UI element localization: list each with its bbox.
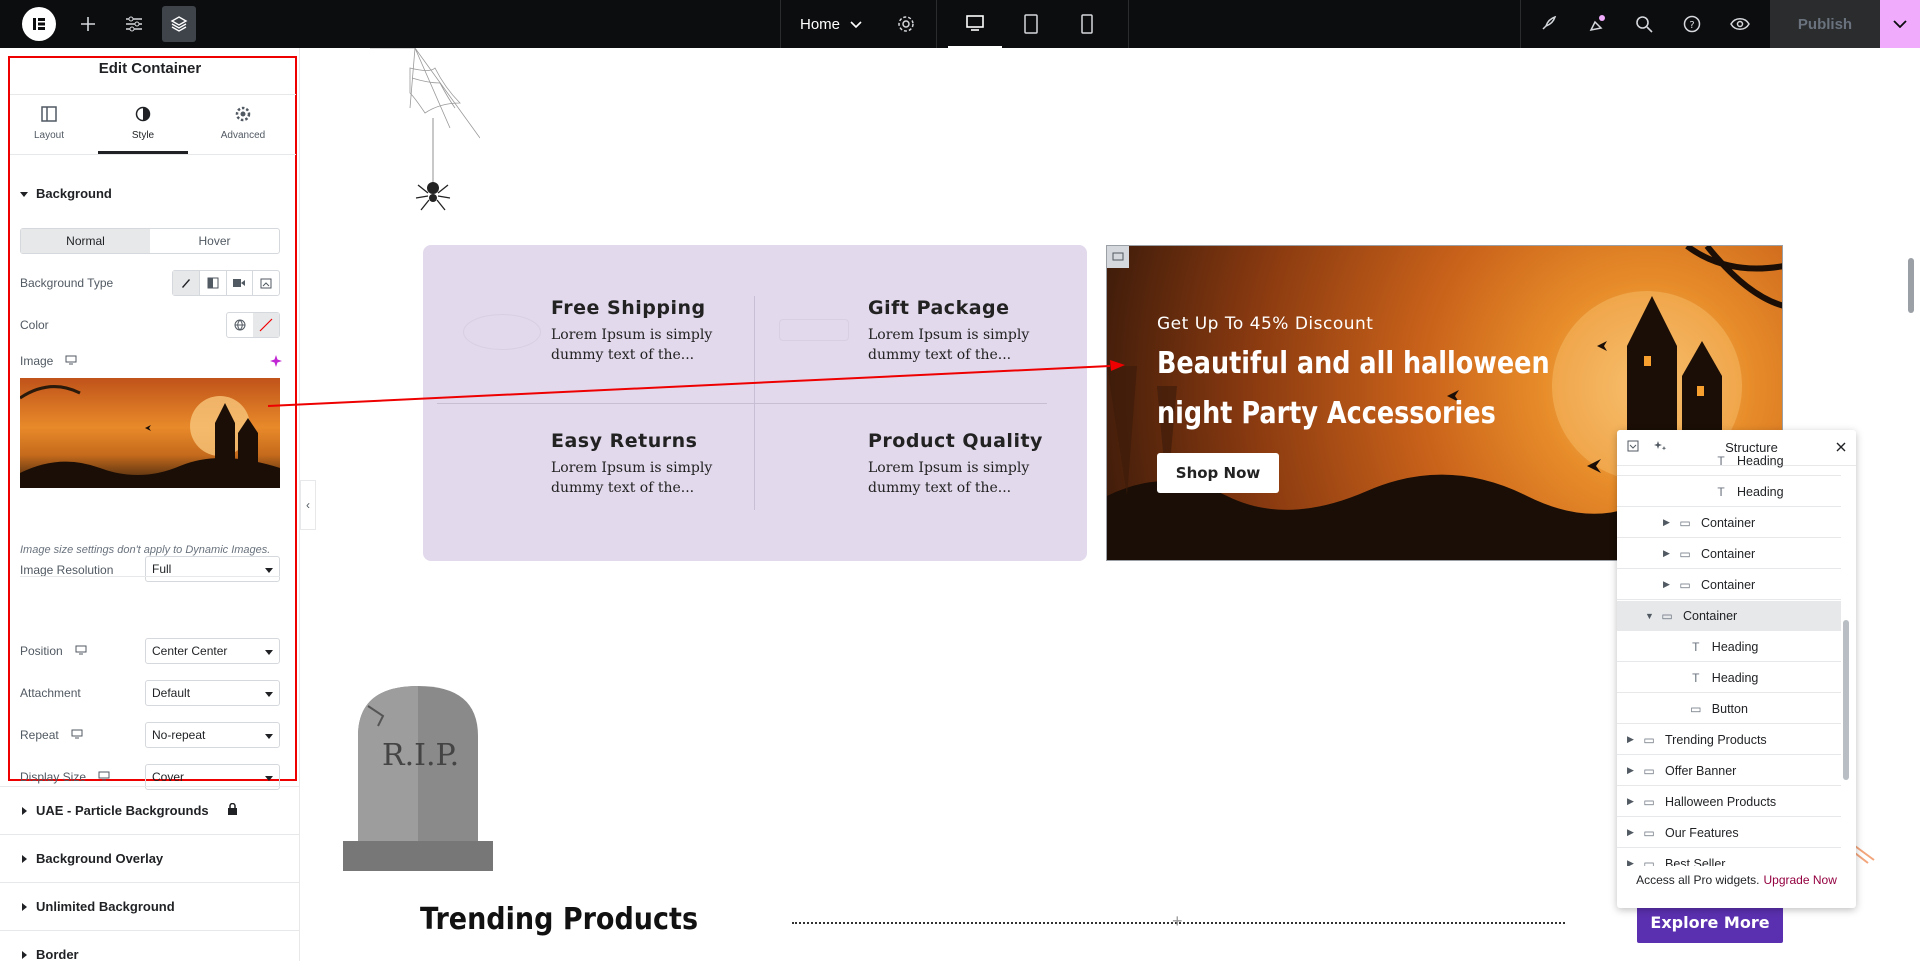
structure-row-label: Halloween Products: [1665, 794, 1777, 809]
caret-right-icon[interactable]: ▶: [1663, 517, 1675, 528]
trending-products-title: Trending Products: [420, 902, 699, 937]
structure-row-label: Trending Products: [1665, 732, 1767, 747]
structure-row[interactable]: ▶ ▭ Container: [1617, 539, 1841, 569]
footer-text: Access all Pro widgets.: [1636, 873, 1760, 887]
structure-row[interactable]: ▶ ▭ Halloween Products: [1617, 787, 1841, 817]
plus-icon[interactable]: +: [1172, 911, 1183, 932]
container-icon: ▭: [1661, 608, 1673, 623]
heading-icon: T: [1717, 453, 1725, 468]
structure-row-label: Our Features: [1665, 825, 1739, 840]
structure-row[interactable]: T Heading: [1617, 632, 1841, 662]
container-icon: ▭: [1643, 825, 1655, 840]
container-icon: ▭: [1679, 515, 1691, 530]
caret-right-icon[interactable]: ▶: [1627, 796, 1639, 807]
tombstone-image: R.I.P.: [338, 676, 498, 881]
structure-row-label: Heading: [1737, 453, 1784, 468]
upgrade-link[interactable]: Upgrade Now: [1764, 873, 1837, 887]
structure-row[interactable]: ▶ ▭ Container: [1617, 570, 1841, 600]
structure-row[interactable]: ▼ ▭ Container: [1617, 601, 1841, 631]
structure-row[interactable]: ▶ ▭ Trending Products: [1617, 725, 1841, 755]
caret-right-icon[interactable]: ▶: [1663, 548, 1675, 559]
container-icon: ▭: [1679, 546, 1691, 561]
structure-row-label: Container: [1683, 608, 1738, 623]
structure-row[interactable]: ▶ ▭ Our Features: [1617, 818, 1841, 848]
heading-icon: T: [1692, 670, 1700, 685]
heading-icon: T: [1717, 484, 1725, 499]
structure-row[interactable]: T Heading: [1617, 663, 1841, 693]
structure-row[interactable]: ▶ ▭ Offer Banner: [1617, 756, 1841, 786]
button-icon: ▭: [1690, 701, 1702, 716]
structure-row[interactable]: T Heading: [1617, 446, 1841, 476]
caret-down-icon[interactable]: ▼: [1645, 611, 1657, 621]
structure-panel: Structure T Heading T Heading ▶ ▭ Container ▶ ▭ C…: [1617, 430, 1856, 908]
structure-row-label: Button: [1711, 701, 1748, 716]
container-icon: ▭: [1643, 794, 1655, 809]
page-scrollbar[interactable]: [1908, 258, 1914, 313]
container-icon: ▭: [1643, 763, 1655, 778]
caret-right-icon[interactable]: ▶: [1627, 827, 1639, 838]
structure-row[interactable]: T Heading: [1617, 477, 1841, 507]
structure-row[interactable]: ▶ ▭ Container: [1617, 508, 1841, 538]
structure-row[interactable]: ▭ Button: [1617, 694, 1841, 724]
caret-right-icon[interactable]: ▶: [1663, 579, 1675, 590]
structure-row-label: Offer Banner: [1665, 763, 1737, 778]
structure-row-label: Container: [1701, 515, 1756, 530]
structure-row-label: Heading: [1711, 639, 1759, 654]
caret-right-icon[interactable]: ▶: [1627, 734, 1639, 745]
upgrade-footer: Access all Pro widgets. Upgrade Now: [1617, 866, 1856, 894]
container-icon: ▭: [1643, 732, 1655, 747]
structure-row-label: Heading: [1711, 670, 1759, 685]
caret-right-icon[interactable]: ▶: [1627, 765, 1639, 776]
structure-row-label: Container: [1701, 577, 1756, 592]
tombstone-text: R.I.P.: [382, 738, 460, 773]
structure-scrollbar[interactable]: [1843, 620, 1849, 780]
container-icon: ▭: [1679, 577, 1691, 592]
heading-icon: T: [1692, 639, 1700, 654]
structure-row-label: Heading: [1737, 484, 1784, 499]
structure-row-label: Container: [1701, 546, 1756, 561]
